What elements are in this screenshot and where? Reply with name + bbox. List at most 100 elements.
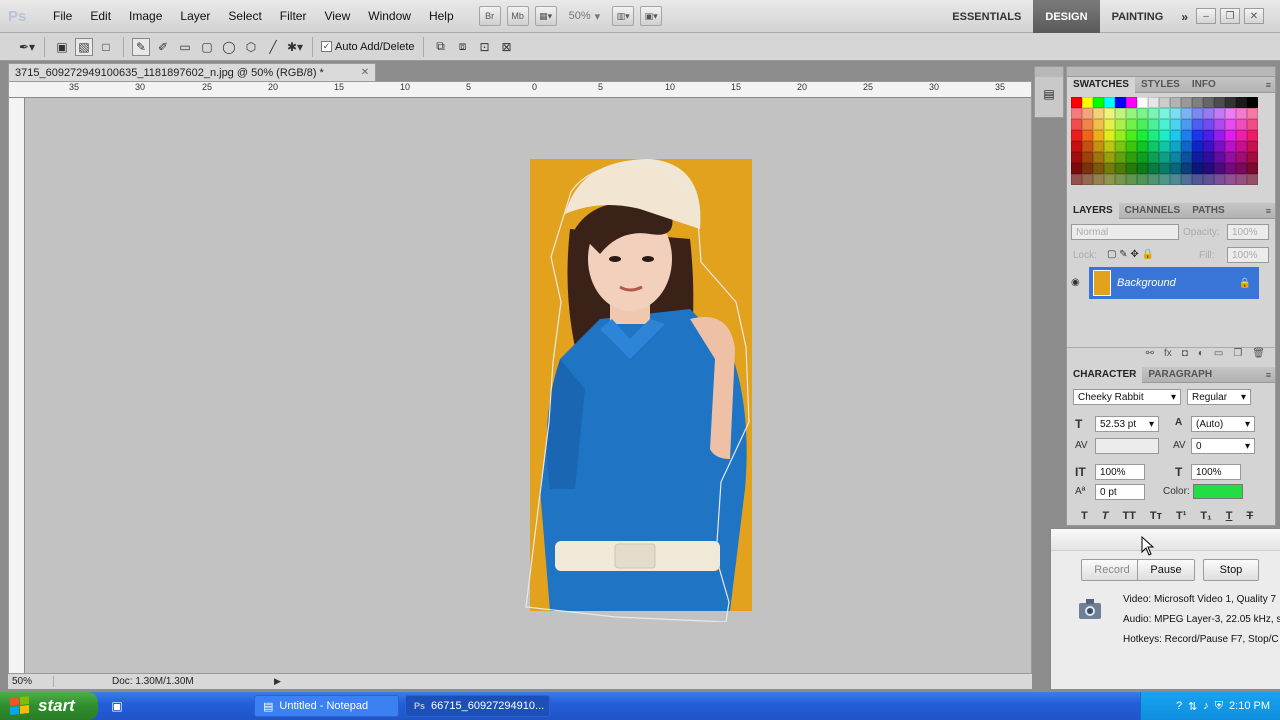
color-swatch[interactable]: [1126, 97, 1137, 108]
panel-menu-icon[interactable]: ≡: [1266, 206, 1271, 216]
task-photoshop[interactable]: Ps 66715_60927294910...: [405, 695, 550, 717]
color-swatch[interactable]: [1148, 119, 1159, 130]
color-swatch[interactable]: [1170, 152, 1181, 163]
color-swatch[interactable]: [1082, 174, 1093, 185]
color-swatch[interactable]: [1181, 141, 1192, 152]
color-swatch[interactable]: [1203, 152, 1214, 163]
path-subtract-icon[interactable]: ⧈: [454, 38, 472, 56]
color-swatch[interactable]: [1115, 130, 1126, 141]
color-swatch[interactable]: [1225, 130, 1236, 141]
kerning-field[interactable]: [1095, 438, 1159, 454]
font-size-field[interactable]: 52.53 pt ▾: [1095, 416, 1159, 432]
color-swatch[interactable]: [1137, 97, 1148, 108]
color-swatch[interactable]: [1126, 130, 1137, 141]
color-swatch[interactable]: [1236, 97, 1247, 108]
color-swatch[interactable]: [1126, 141, 1137, 152]
color-swatch[interactable]: [1148, 174, 1159, 185]
ellipse-icon[interactable]: ◯: [220, 38, 238, 56]
color-swatch[interactable]: [1192, 97, 1203, 108]
color-swatch[interactable]: [1159, 119, 1170, 130]
color-swatch[interactable]: [1247, 108, 1258, 119]
color-swatch[interactable]: [1104, 108, 1115, 119]
color-swatch[interactable]: [1203, 130, 1214, 141]
all-caps-icon[interactable]: TT: [1122, 510, 1135, 522]
new-layer-icon[interactable]: ❐: [1233, 348, 1242, 363]
color-swatch[interactable]: [1082, 152, 1093, 163]
task-notepad[interactable]: ▤ Untitled - Notepad: [254, 695, 399, 717]
shape-layers-icon[interactable]: ▣: [53, 38, 71, 56]
color-swatch[interactable]: [1170, 174, 1181, 185]
color-swatch[interactable]: [1236, 152, 1247, 163]
color-swatch[interactable]: [1181, 163, 1192, 174]
rounded-rectangle-icon[interactable]: ▢: [198, 38, 216, 56]
menu-help[interactable]: Help: [420, 9, 463, 23]
color-swatch[interactable]: [1225, 152, 1236, 163]
color-swatch[interactable]: [1159, 108, 1170, 119]
color-swatch[interactable]: [1115, 174, 1126, 185]
path-exclude-icon[interactable]: ⊠: [498, 38, 516, 56]
color-swatch[interactable]: [1093, 108, 1104, 119]
color-swatch[interactable]: [1148, 163, 1159, 174]
color-swatch[interactable]: [1236, 163, 1247, 174]
color-swatch[interactable]: [1203, 97, 1214, 108]
color-swatch[interactable]: [1159, 141, 1170, 152]
tab-character[interactable]: CHARACTER: [1067, 366, 1143, 383]
color-swatch[interactable]: [1137, 163, 1148, 174]
color-swatch[interactable]: [1214, 152, 1225, 163]
rectangle-icon[interactable]: ▭: [176, 38, 194, 56]
color-swatch[interactable]: [1181, 108, 1192, 119]
menu-window[interactable]: Window: [359, 9, 420, 23]
panel-menu-icon[interactable]: ≡: [1266, 80, 1271, 90]
color-swatch[interactable]: [1203, 141, 1214, 152]
color-swatch[interactable]: [1126, 119, 1137, 130]
trash-icon[interactable]: 🗑: [1252, 348, 1265, 363]
menu-layer[interactable]: Layer: [171, 9, 219, 23]
canvas-area[interactable]: 35 30 25 20 15 10 5 0 5 10 15 20 25 30 3…: [8, 81, 1032, 675]
color-swatch[interactable]: [1236, 108, 1247, 119]
adjustment-icon[interactable]: ◐: [1198, 348, 1204, 363]
color-swatch[interactable]: [1192, 119, 1203, 130]
workspace-design[interactable]: DESIGN: [1033, 0, 1100, 33]
menu-select[interactable]: Select: [219, 9, 270, 23]
color-swatch[interactable]: [1170, 119, 1181, 130]
color-swatch[interactable]: [1104, 141, 1115, 152]
color-swatch[interactable]: [1082, 130, 1093, 141]
color-swatch[interactable]: [1071, 108, 1082, 119]
visibility-eye-icon[interactable]: ◉: [1071, 277, 1080, 288]
color-swatch[interactable]: [1126, 174, 1137, 185]
status-zoom[interactable]: 50%: [8, 676, 54, 687]
tab-info[interactable]: INFO: [1186, 77, 1222, 93]
path-add-icon[interactable]: ⧉: [432, 38, 450, 56]
horizontal-scale-field[interactable]: 100%: [1191, 464, 1241, 480]
line-icon[interactable]: ╱: [264, 38, 282, 56]
group-icon[interactable]: ▭: [1214, 348, 1223, 363]
fx-icon[interactable]: fx: [1164, 348, 1172, 363]
status-menu-arrow-icon[interactable]: ▶: [274, 676, 281, 687]
color-swatch[interactable]: [1137, 130, 1148, 141]
vertical-scale-field[interactable]: 100%: [1095, 464, 1145, 480]
color-swatch[interactable]: [1181, 119, 1192, 130]
menu-filter[interactable]: Filter: [271, 9, 316, 23]
color-swatch[interactable]: [1225, 108, 1236, 119]
color-swatch[interactable]: [1104, 163, 1115, 174]
color-swatch[interactable]: [1148, 152, 1159, 163]
color-swatch[interactable]: [1247, 174, 1258, 185]
document-tab[interactable]: 3715_609272949100635_1181897602_n.jpg @ …: [8, 63, 376, 81]
color-swatch[interactable]: [1126, 163, 1137, 174]
color-swatch[interactable]: [1126, 152, 1137, 163]
font-family-select[interactable]: Cheeky Rabbit ▾: [1073, 389, 1181, 405]
color-swatch[interactable]: [1137, 152, 1148, 163]
strikethrough-icon[interactable]: T: [1246, 510, 1253, 522]
tracking-field[interactable]: 0 ▾: [1191, 438, 1255, 454]
color-swatch[interactable]: [1093, 163, 1104, 174]
color-swatch[interactable]: [1192, 108, 1203, 119]
color-swatch[interactable]: [1137, 119, 1148, 130]
superscript-icon[interactable]: T¹: [1176, 510, 1186, 522]
recorder-title-bar[interactable]: [1051, 529, 1280, 551]
color-swatch[interactable]: [1192, 152, 1203, 163]
color-swatch[interactable]: [1115, 163, 1126, 174]
panel-menu-icon[interactable]: ≡: [1266, 370, 1271, 380]
pause-button[interactable]: Pause: [1137, 559, 1195, 581]
pen-tool-preset-icon[interactable]: ✒▾: [18, 38, 36, 56]
color-swatch[interactable]: [1192, 141, 1203, 152]
